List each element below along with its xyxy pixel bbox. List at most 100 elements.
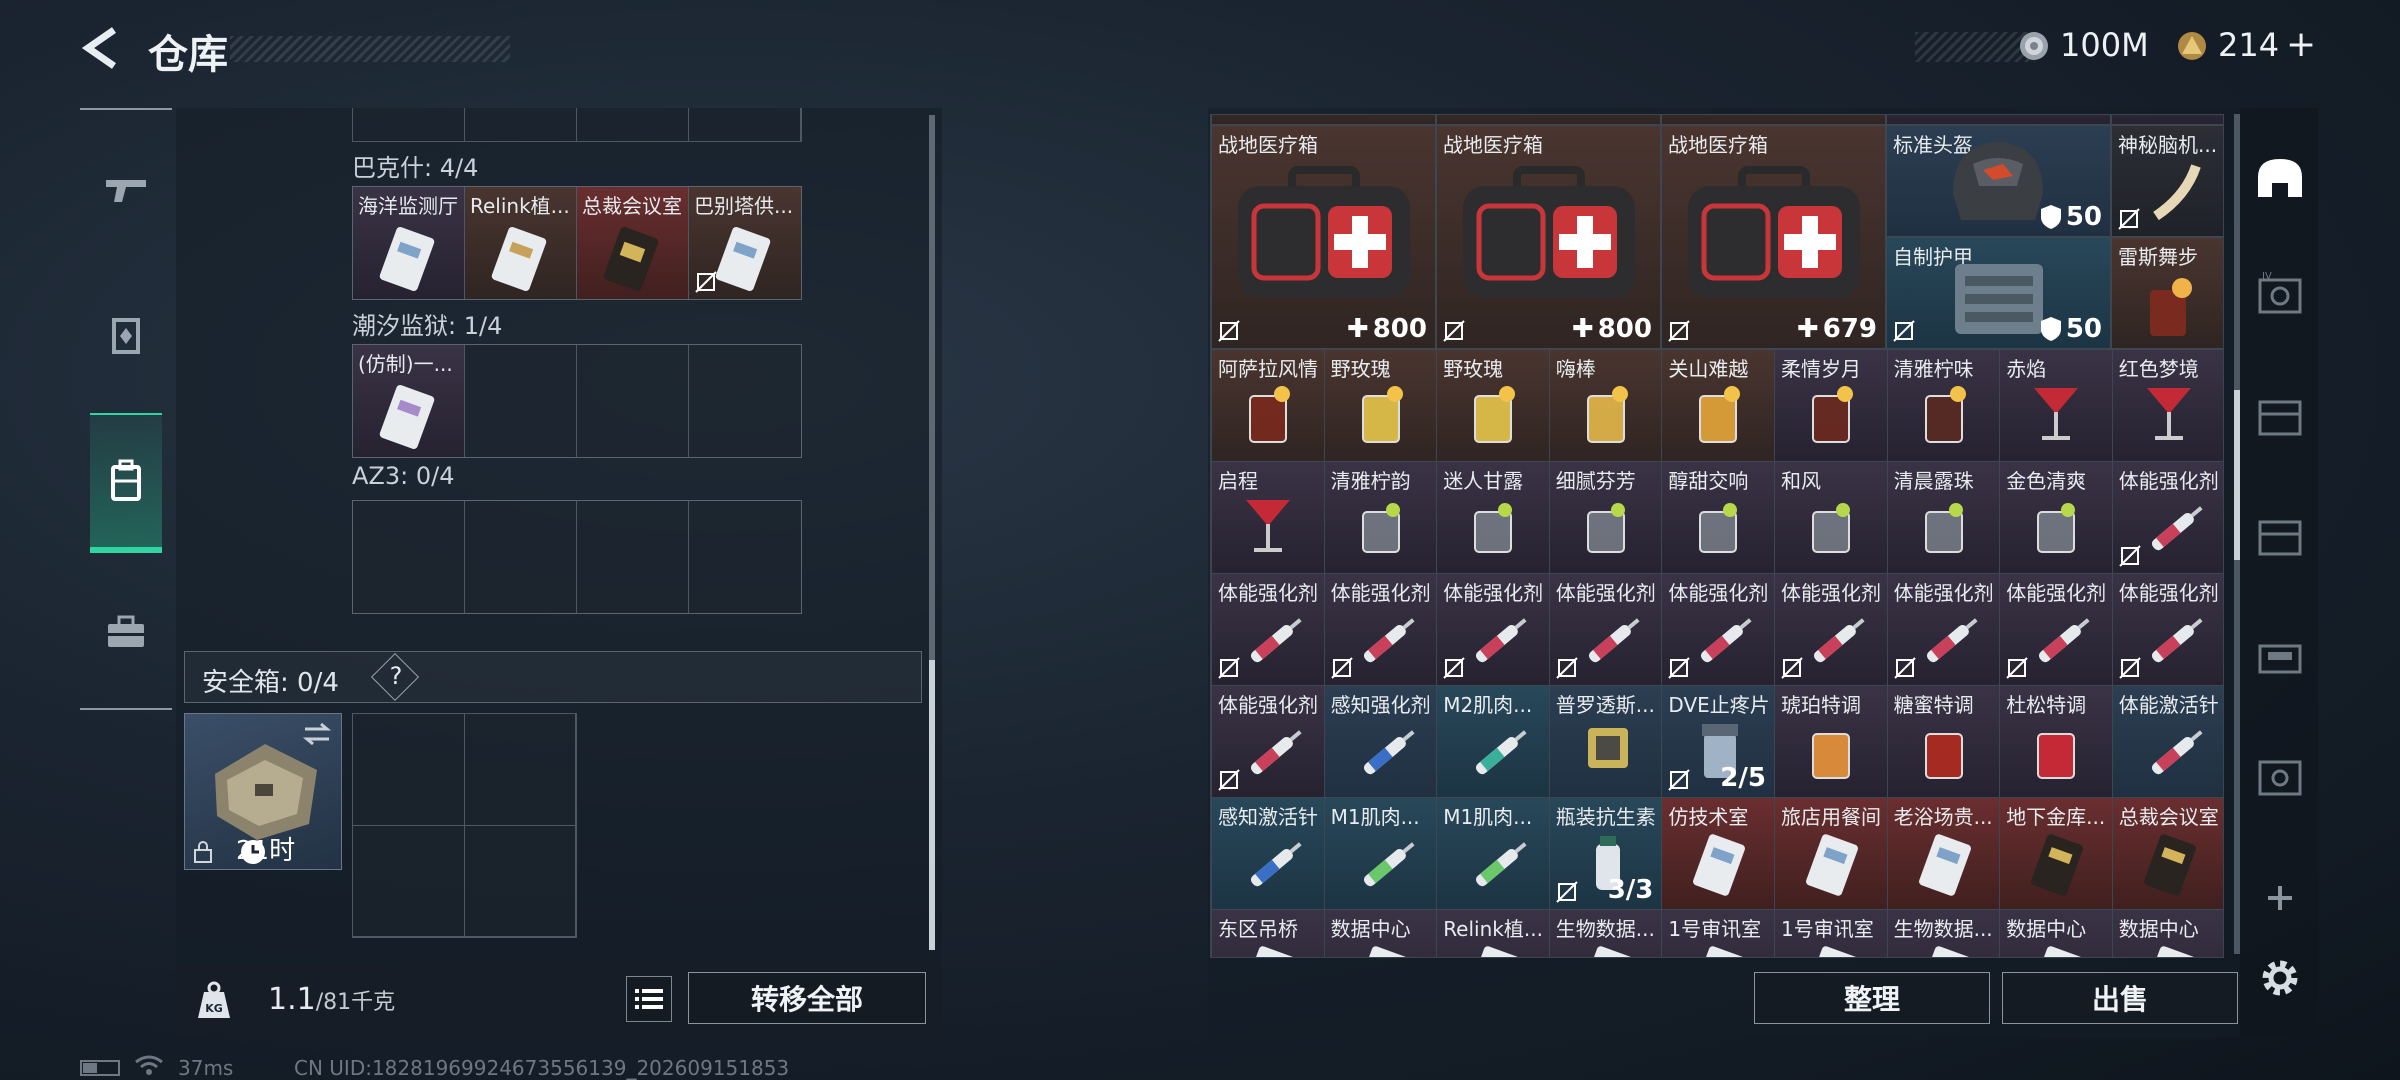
empty-slot[interactable]	[353, 714, 465, 826]
inventory-item[interactable]: DVE止疼片 2/5	[1661, 685, 1775, 798]
inventory-item[interactable]: M1肌肉...	[1436, 797, 1550, 910]
inventory-item[interactable]: 迷人甘露	[1436, 461, 1550, 574]
empty-slot[interactable]	[464, 714, 576, 826]
armor-item[interactable]: 自制护甲 50	[1886, 237, 2111, 349]
inventory-item[interactable]: 糖蜜特调	[1886, 685, 2001, 798]
empty-slot[interactable]	[353, 501, 465, 613]
inventory-item[interactable]: 体能强化剂	[1548, 573, 1663, 686]
inventory-item[interactable]: 体能强化剂	[1661, 573, 1775, 686]
item-slot[interactable]: 神秘脑机...	[2111, 125, 2223, 237]
inventory-item[interactable]: 体能强化剂	[2111, 461, 2223, 574]
sell-button[interactable]: 出售	[2002, 972, 2238, 1024]
settings-button[interactable]	[2252, 950, 2308, 1006]
inventory-item[interactable]: 体能强化剂	[1886, 573, 2001, 686]
inventory-item[interactable]: 红色梦境	[2111, 349, 2223, 462]
inventory-item[interactable]: 感知激活针	[1211, 797, 1325, 910]
item-slot[interactable]: Relink植...	[465, 187, 577, 299]
item-slot[interactable]	[1436, 115, 1661, 125]
inventory-item[interactable]: 瓶装抗生素 3/3	[1548, 797, 1663, 910]
empty-slot[interactable]	[353, 825, 465, 937]
item-slot[interactable]	[1661, 115, 1886, 125]
back-button[interactable]	[78, 26, 122, 70]
nav-briefcase[interactable]	[90, 572, 162, 692]
inventory-item[interactable]: 和风	[1774, 461, 1888, 574]
category-container-v[interactable]	[2252, 748, 2308, 804]
inventory-item[interactable]: 杜松特调	[1999, 685, 2113, 798]
medkit-item[interactable]: 战地医疗箱 ✚ 800	[1436, 125, 1661, 349]
empty-slot[interactable]	[577, 345, 689, 457]
inventory-item[interactable]: 醇甜交响	[1661, 461, 1775, 574]
medkit-item[interactable]: 战地医疗箱 ✚ 679	[1661, 125, 1886, 349]
storage-scrollbar-thumb[interactable]	[929, 660, 935, 950]
inventory-item[interactable]: 体能强化剂	[1999, 573, 2113, 686]
empty-slot[interactable]	[577, 501, 689, 613]
item-slot[interactable]: 巴别塔供...	[689, 187, 801, 299]
transfer-all-button[interactable]: 转移全部	[688, 972, 926, 1024]
inventory-item[interactable]: 数据中心	[1999, 909, 2113, 957]
category-all[interactable]	[2252, 150, 2308, 206]
inventory-item[interactable]: 野玫瑰	[1323, 349, 1438, 462]
category-container-iv[interactable]: IV	[2252, 266, 2308, 322]
inventory-item[interactable]: 旅店用餐间	[1774, 797, 1888, 910]
inventory-item[interactable]: 嗨棒	[1548, 349, 1663, 462]
empty-slot[interactable]	[464, 825, 576, 937]
nav-gear[interactable]	[90, 276, 162, 396]
item-slot[interactable]	[1211, 115, 1436, 125]
inventory-item[interactable]: 体能强化剂	[1211, 573, 1325, 686]
item-slot[interactable]: 雷斯舞步	[2111, 237, 2223, 349]
inventory-item[interactable]: 启程	[1211, 461, 1325, 574]
inventory-item[interactable]: 体能强化剂	[2111, 573, 2223, 686]
inventory-item[interactable]: 金色清爽	[1999, 461, 2113, 574]
medkit-item[interactable]: 战地医疗箱 ✚ 800	[1211, 125, 1436, 349]
inventory-item[interactable]: 清雅柠韵	[1323, 461, 1438, 574]
inventory-item[interactable]: 体能强化剂	[1436, 573, 1550, 686]
category-container-ii[interactable]	[2252, 388, 2308, 444]
empty-slot[interactable]	[465, 501, 577, 613]
empty-slot[interactable]	[465, 345, 577, 457]
inventory-item[interactable]: 数据中心	[1323, 909, 1438, 957]
add-currency-button[interactable]: +	[2286, 24, 2316, 65]
helmet-item[interactable]: 标准头盔 50	[1886, 125, 2111, 237]
item-slot[interactable]	[1886, 115, 2111, 125]
category-container-iii[interactable]	[2252, 628, 2308, 684]
inventory-item[interactable]: 仿技术室	[1661, 797, 1775, 910]
inventory-item[interactable]: 琥珀特调	[1774, 685, 1888, 798]
nav-storage[interactable]	[90, 413, 162, 553]
item-slot[interactable]	[2111, 115, 2223, 125]
list-view-button[interactable]	[626, 976, 672, 1022]
organize-button[interactable]: 整理	[1754, 972, 1990, 1024]
inventory-item[interactable]: 东区吊桥	[1211, 909, 1325, 957]
inventory-item[interactable]: 1号审讯室	[1661, 909, 1775, 957]
inventory-item[interactable]: 感知强化剂	[1323, 685, 1438, 798]
inventory-item[interactable]: 数据中心	[2111, 909, 2223, 957]
inventory-item[interactable]: 生物数据...	[1886, 909, 2001, 957]
inventory-item[interactable]: 体能强化剂	[1774, 573, 1888, 686]
empty-slot[interactable]	[689, 501, 801, 613]
inventory-item[interactable]: 生物数据...	[1548, 909, 1663, 957]
item-slot[interactable]: 总裁会议室	[577, 187, 689, 299]
inventory-item[interactable]: 野玫瑰	[1436, 349, 1550, 462]
inventory-item[interactable]: 阿萨拉风情	[1211, 349, 1325, 462]
inventory-item[interactable]: M1肌肉...	[1323, 797, 1438, 910]
inventory-item[interactable]: 体能强化剂	[1323, 573, 1438, 686]
inventory-item[interactable]: 清晨露珠	[1886, 461, 2001, 574]
inventory-item[interactable]: 总裁会议室	[2111, 797, 2223, 910]
item-slot[interactable]: (仿制)一...	[353, 345, 465, 457]
inventory-item[interactable]: 体能激活针	[2111, 685, 2223, 798]
nav-weapons[interactable]	[90, 130, 162, 250]
inventory-item[interactable]: M2肌肉...	[1436, 685, 1550, 798]
inventory-item[interactable]: 1号审讯室	[1774, 909, 1888, 957]
inventory-item[interactable]: 细腻芬芳	[1548, 461, 1663, 574]
category-container-i[interactable]	[2252, 508, 2308, 564]
inventory-item[interactable]: 赤焰	[1999, 349, 2113, 462]
inventory-item[interactable]: Relink植...	[1436, 909, 1550, 957]
inventory-item[interactable]: 柔情岁月	[1774, 349, 1888, 462]
inventory-item[interactable]: 地下金库...	[1999, 797, 2113, 910]
add-category-button[interactable]	[2252, 870, 2308, 926]
inventory-item[interactable]: 清雅柠味	[1886, 349, 2001, 462]
inventory-item[interactable]: 体能强化剂	[1211, 685, 1325, 798]
inventory-item[interactable]: 普罗透斯...	[1548, 685, 1663, 798]
empty-slot[interactable]	[689, 345, 801, 457]
inventory-item[interactable]: 老浴场贵...	[1886, 797, 2001, 910]
item-slot[interactable]: 海洋监测厅	[353, 187, 465, 299]
